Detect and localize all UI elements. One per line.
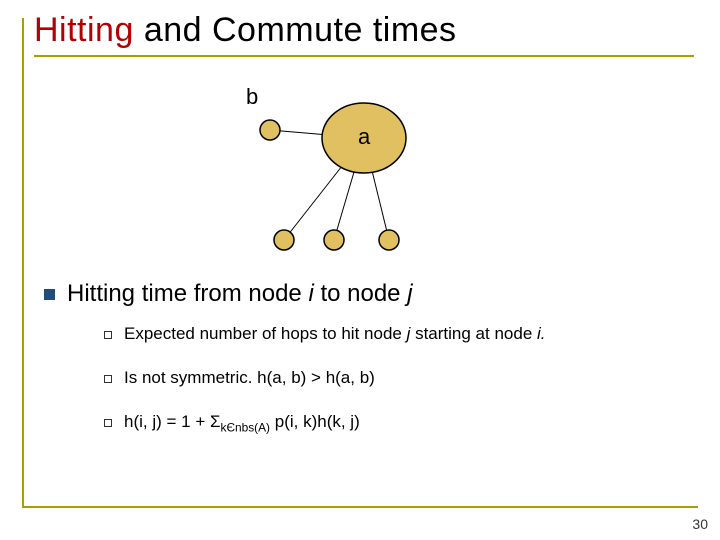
hollow-square-icon — [104, 419, 112, 427]
main-bullet-j: j — [407, 280, 412, 307]
node-a-label: a — [358, 124, 370, 150]
graph-diagram: b a — [184, 78, 524, 258]
s1-mid: starting at node — [410, 324, 537, 343]
s1-pre: Expected number of hops to hit node — [124, 324, 407, 343]
graph-svg — [184, 78, 524, 258]
slide-title: Hitting and Commute times — [34, 12, 694, 57]
sub-bullet-1: Expected number of hops to hit node j st… — [104, 323, 684, 345]
node-c-shape — [274, 230, 294, 250]
node-b-shape — [260, 120, 280, 140]
s1-i: i. — [537, 324, 546, 343]
main-bullet-pre: Hitting time from node — [67, 280, 308, 307]
main-bullet-mid: to node — [314, 280, 407, 307]
main-bullet: Hitting time from node i to node j — [44, 278, 684, 309]
node-e-shape — [379, 230, 399, 250]
s2-text: Is not symmetric. h(a, b) > h(a, b) — [124, 368, 375, 387]
page-number: 30 — [692, 516, 708, 532]
s3-pre: h(i, j) = 1 + Σ — [124, 412, 221, 431]
title-wrap: Hitting and Commute times — [34, 12, 694, 57]
sub-bullet-list: Expected number of hops to hit node j st… — [104, 323, 684, 458]
slide-frame: Hitting and Commute times b a Hitting ti… — [22, 18, 698, 508]
hollow-square-icon — [104, 375, 112, 383]
sub-bullet-2: Is not symmetric. h(a, b) > h(a, b) — [104, 367, 684, 389]
title-rest: and Commute times — [134, 11, 457, 49]
node-d-shape — [324, 230, 344, 250]
sub-bullet-3: h(i, j) = 1 + ΣkЄnbs(A) p(i, k)h(k, j) — [104, 411, 684, 436]
bullet-square-icon — [44, 289, 55, 300]
s3-post: p(i, k)h(k, j) — [270, 412, 360, 431]
node-b-label: b — [246, 84, 258, 110]
s3-sub: kЄnbs(A) — [221, 421, 271, 435]
title-accent: Hitting — [34, 11, 134, 49]
hollow-square-icon — [104, 331, 112, 339]
